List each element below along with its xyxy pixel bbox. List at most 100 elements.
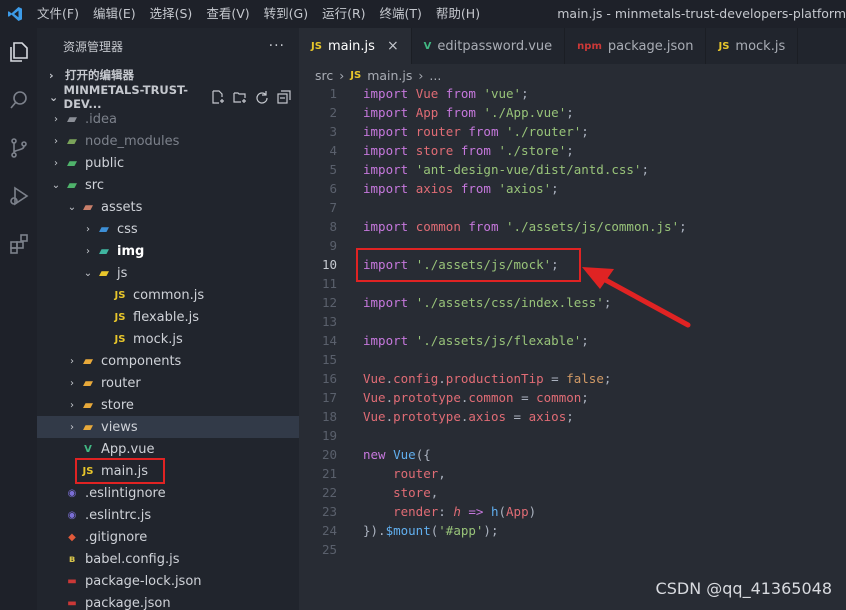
tree-item-label: flexable.js	[133, 309, 199, 325]
line-number: 19	[321, 428, 337, 443]
code-content: }).$mount('#app');	[363, 523, 498, 538]
code-content: import App from './App.vue';	[363, 105, 574, 120]
close-icon[interactable]: ×	[387, 38, 399, 54]
tree-file-common-js[interactable]: JS common.js	[37, 284, 299, 306]
chevron-right-icon: ›	[70, 399, 74, 411]
js-file-icon: JS	[114, 311, 126, 323]
more-actions-icon[interactable]: ···	[269, 38, 285, 54]
breadcrumb-folder[interactable]: src	[315, 68, 333, 83]
vscode-logo-icon[interactable]	[0, 0, 30, 28]
tree-item-label: package.json	[85, 595, 171, 610]
line-number: 8	[329, 219, 337, 234]
code-token: router	[415, 124, 469, 139]
code-token: new	[363, 447, 394, 462]
tree-file--eslintignore[interactable]: ◉ .eslintignore	[37, 482, 299, 504]
tree-file-main-js[interactable]: JS main.js	[37, 458, 299, 484]
line-number: 20	[321, 447, 337, 462]
code-token: App	[415, 105, 446, 120]
code-token: axios	[415, 181, 461, 196]
tree-folder-node-modules[interactable]: › ▰ node_modules	[37, 130, 299, 152]
eslint-file-icon: ◉	[67, 509, 77, 521]
code-token: Vue	[363, 371, 386, 386]
line-number: 13	[321, 314, 337, 329]
tree-file-flexable-js[interactable]: JS flexable.js	[37, 306, 299, 328]
tree-folder-components[interactable]: › ▰ components	[37, 350, 299, 372]
tree-folder--idea[interactable]: › ▰ .idea	[37, 108, 299, 130]
code-token: false	[566, 371, 604, 386]
source-control-icon[interactable]	[0, 124, 37, 172]
tree-folder-css[interactable]: › ▰ css	[37, 218, 299, 240]
code-token: prototype	[393, 390, 461, 405]
menu-item-3[interactable]: 查看(V)	[199, 0, 256, 28]
line-number: 17	[321, 390, 337, 405]
refresh-icon[interactable]	[255, 90, 269, 104]
menu-item-4[interactable]: 转到(G)	[257, 0, 315, 28]
new-file-icon[interactable]	[211, 90, 225, 104]
src-folder-icon: ▰	[67, 177, 77, 193]
code-content: Vue.prototype.common = common;	[363, 390, 589, 405]
tree-file-package-lock-json[interactable]: ▬ package-lock.json	[37, 570, 299, 592]
code-token: store	[415, 143, 461, 158]
tree-folder-router[interactable]: › ▰ router	[37, 372, 299, 394]
file-tree: › ▰ .idea › ▰ node_modules › ▰ public ⌄ ▰ src ⌄ ▰ asse…	[37, 108, 299, 610]
line-number: 18	[321, 409, 337, 424]
code-token: router	[393, 466, 439, 481]
extensions-icon[interactable]	[0, 220, 37, 268]
tab-mock-js[interactable]: JS mock.js	[706, 28, 799, 64]
tree-folder-src[interactable]: ⌄ ▰ src	[37, 174, 299, 196]
menu-item-6[interactable]: 终端(T)	[373, 0, 429, 28]
code-content: import Vue from 'vue';	[363, 86, 529, 101]
tree-item-label: assets	[101, 199, 143, 215]
tree-file--eslintrc-js[interactable]: ◉ .eslintrc.js	[37, 504, 299, 526]
menu-item-5[interactable]: 运行(R)	[315, 0, 372, 28]
new-folder-icon[interactable]	[233, 90, 247, 104]
tree-item-label: .idea	[85, 111, 117, 127]
menu-item-2[interactable]: 选择(S)	[143, 0, 200, 28]
code-token: from	[460, 181, 499, 196]
breadcrumb-more[interactable]: ...	[429, 68, 441, 83]
code-line: 6 import axios from 'axios';	[299, 179, 846, 198]
code-token: Vue	[363, 390, 386, 405]
vue-file-icon: V	[84, 443, 92, 455]
tree-folder-store[interactable]: › ▰ store	[37, 394, 299, 416]
code-line: 7	[299, 198, 846, 217]
chevron-right-icon: ›	[86, 223, 90, 235]
project-label: MINMETALS-TRUST-DEV...	[63, 83, 188, 111]
tree-item-label: mock.js	[133, 331, 183, 347]
collapse-all-icon[interactable]	[277, 90, 291, 104]
tab-package-json[interactable]: npm package.json	[565, 28, 707, 64]
code-line: 1 import Vue from 'vue';	[299, 84, 846, 103]
code-token: './assets/js/common.js'	[506, 219, 680, 234]
menu-item-0[interactable]: 文件(F)	[30, 0, 86, 28]
explorer-sidebar: 资源管理器 ··· › 打开的编辑器 ⌄ MINMETALS-TRUST-DEV…	[37, 28, 299, 610]
search-icon[interactable]	[0, 76, 37, 124]
tree-file-mock-js[interactable]: JS mock.js	[37, 328, 299, 350]
project-section[interactable]: ⌄ MINMETALS-TRUST-DEV...	[37, 83, 299, 111]
code-content: new Vue({	[363, 447, 431, 462]
tree-file--gitignore[interactable]: ◆ .gitignore	[37, 526, 299, 548]
tree-file-app-vue[interactable]: V App.vue	[37, 438, 299, 460]
tree-folder-views[interactable]: › ▰ views	[37, 416, 299, 438]
run-debug-icon[interactable]	[0, 172, 37, 220]
line-number: 2	[329, 105, 337, 120]
tree-file-package-json[interactable]: ▬ package.json	[37, 592, 299, 610]
line-number: 12	[321, 295, 337, 310]
tree-folder-public[interactable]: › ▰ public	[37, 152, 299, 174]
css-folder-icon: ▰	[99, 221, 109, 237]
tree-folder-js[interactable]: ⌄ ▰ js	[37, 262, 299, 284]
tab-main-js[interactable]: JS main.js ×	[299, 28, 412, 64]
code-token: =	[521, 390, 537, 405]
tree-folder-img[interactable]: › ▰ img	[37, 240, 299, 262]
tab-editpassword-vue[interactable]: Veditpassword.vue	[412, 28, 566, 64]
menu-item-7[interactable]: 帮助(H)	[429, 0, 487, 28]
explorer-icon[interactable]	[0, 28, 37, 76]
menu-item-1[interactable]: 编辑(E)	[86, 0, 143, 28]
tree-file-babel-config-js[interactable]: ʙ babel.config.js	[37, 548, 299, 570]
tree-folder-assets[interactable]: ⌄ ▰ assets	[37, 196, 299, 218]
line-number: 16	[321, 371, 337, 386]
code-token: h	[490, 504, 499, 519]
breadcrumb-file[interactable]: main.js	[367, 68, 412, 83]
tree-item-label: js	[117, 265, 128, 281]
code-token: ;	[641, 162, 649, 177]
router-folder-icon: ▰	[83, 375, 93, 391]
